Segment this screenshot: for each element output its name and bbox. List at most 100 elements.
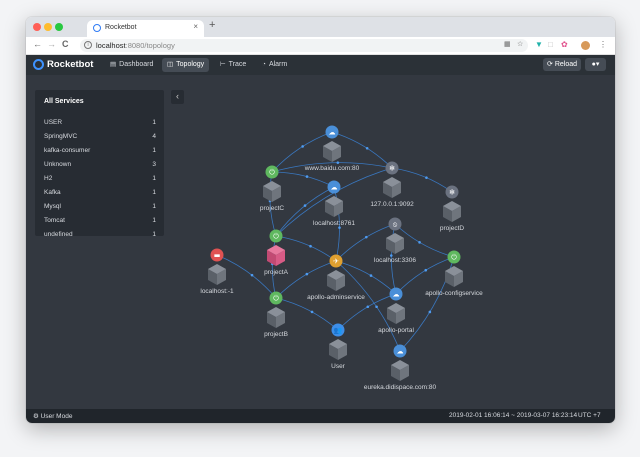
topology-node[interactable]: ⏻ projectA bbox=[264, 229, 289, 277]
service-row[interactable]: undefined 1 bbox=[44, 231, 156, 238]
node-icon-glyph: ☁ bbox=[331, 184, 338, 192]
service-count: 4 bbox=[152, 133, 156, 140]
service-row[interactable]: Unknown 3 bbox=[44, 161, 156, 168]
node-label: eureka.didispace.com:80 bbox=[364, 384, 437, 391]
trace-icon: ⊢ bbox=[220, 61, 226, 68]
nav-topology[interactable]: ◫ Topology bbox=[162, 58, 210, 72]
zoom-window-button[interactable] bbox=[55, 23, 63, 31]
node-icon-glyph: 👥 bbox=[334, 327, 343, 335]
topology-edge[interactable] bbox=[271, 171, 335, 188]
service-row[interactable]: Tomcat 1 bbox=[44, 217, 156, 224]
service-name: SpringMVC bbox=[44, 133, 78, 140]
service-row[interactable]: Kafka 1 bbox=[44, 189, 156, 196]
service-count: 1 bbox=[152, 119, 156, 126]
topology-canvas[interactable]: ☁ www.baidu.com:80 ⏻ projectC ✻ 127.0.0.1:909… bbox=[26, 75, 615, 409]
nav-alarm[interactable]: ◔ Alarm bbox=[257, 58, 292, 72]
url-host: localhost bbox=[96, 41, 126, 50]
node-label: apollo-adminservice bbox=[307, 294, 365, 301]
edge-dot bbox=[309, 244, 312, 248]
extension-vue-icon[interactable]: ▼ bbox=[535, 41, 543, 49]
topology-node[interactable]: ☁ apollo-portal bbox=[378, 287, 414, 335]
topology-node[interactable]: ✻ 127.0.0.1:9092 bbox=[370, 161, 414, 209]
reload-button[interactable]: ⟳ Reload bbox=[543, 58, 581, 71]
topology-icon: ◫ bbox=[167, 61, 174, 68]
service-count: 1 bbox=[152, 231, 156, 238]
translate-icon[interactable]: ▦ bbox=[504, 41, 511, 48]
time-range[interactable]: 2019-02-01 16:06:14 ~ 2019-03-07 16:23:1… bbox=[449, 412, 577, 419]
minimize-window-button[interactable] bbox=[44, 23, 52, 31]
user-menu-button[interactable]: ●▾ bbox=[585, 58, 606, 71]
browser-tab[interactable]: Rocketbot × bbox=[87, 20, 204, 37]
topology-node[interactable]: ⏻ projectB bbox=[264, 291, 288, 339]
bookmark-star-icon[interactable]: ☆ bbox=[517, 41, 523, 48]
nav-alarm-label: Alarm bbox=[268, 61, 288, 68]
back-button[interactable]: ← bbox=[33, 40, 42, 49]
topology-node[interactable]: ⏻ apollo-configservice bbox=[425, 250, 483, 298]
browser-menu-icon[interactable]: ⋮ bbox=[599, 41, 607, 49]
topology-node[interactable]: ☁ eureka.didispace.com:80 bbox=[364, 344, 437, 392]
topology-node[interactable]: ⦸ localhost:3306 bbox=[374, 217, 416, 265]
close-window-button[interactable] bbox=[33, 23, 41, 31]
nav-trace[interactable]: ⊢ Trace bbox=[215, 58, 251, 72]
node-label: localhost:3306 bbox=[374, 257, 416, 264]
node-label: localhost:-1 bbox=[200, 288, 234, 295]
service-row[interactable]: SpringMVC 4 bbox=[44, 133, 156, 140]
timezone[interactable]: UTC +7 bbox=[578, 412, 601, 419]
forward-button[interactable]: → bbox=[47, 40, 56, 49]
service-row[interactable]: H2 1 bbox=[44, 175, 156, 182]
edge-dot bbox=[303, 204, 307, 207]
node-icon-glyph: ⏻ bbox=[451, 254, 457, 262]
topology-node[interactable]: ☁ localhost:8761 bbox=[313, 180, 355, 228]
site-info-icon[interactable]: i bbox=[84, 41, 92, 49]
topology-node[interactable]: ▬ localhost:-1 bbox=[200, 248, 234, 296]
tab-close-icon[interactable]: × bbox=[193, 23, 198, 31]
service-name: Kafka bbox=[44, 189, 61, 196]
service-row[interactable]: USER 1 bbox=[44, 119, 156, 126]
nav-dashboard[interactable]: ▤ Dashboard bbox=[105, 58, 158, 72]
edge-dot bbox=[301, 145, 304, 148]
topology-node[interactable]: ✻ projectD bbox=[440, 185, 465, 233]
rocketbot-logo-icon bbox=[33, 59, 44, 70]
node-icon-glyph: ✻ bbox=[389, 165, 395, 173]
edge-dot bbox=[336, 161, 340, 164]
node-icon-glyph: ☁ bbox=[397, 348, 404, 356]
browser-toolbar: ← → C i localhost:8080/topology ▦ ☆ ▼ □ … bbox=[26, 37, 615, 55]
topology-nodes: ☁ www.baidu.com:80 ⏻ projectC ✻ 127.0.0.1:909… bbox=[200, 125, 483, 392]
node-icon-glyph: ▬ bbox=[214, 252, 221, 260]
brand-name: Rocketbot bbox=[47, 59, 94, 70]
edge-dot bbox=[428, 310, 432, 314]
user-mode-toggle[interactable]: ⚙ User Mode bbox=[33, 412, 72, 420]
node-icon-glyph: ✻ bbox=[449, 189, 455, 197]
services-title: All Services bbox=[44, 98, 84, 105]
reload-page-button[interactable]: C bbox=[62, 40, 69, 49]
edge-dot bbox=[375, 305, 378, 309]
nav-trace-label: Trace bbox=[228, 61, 247, 68]
tab-strip: Rocketbot × + bbox=[26, 17, 615, 37]
node-label: projectD bbox=[440, 225, 465, 232]
node-label: 127.0.0.1:9092 bbox=[370, 201, 414, 208]
profile-avatar[interactable] bbox=[581, 41, 590, 50]
address-bar[interactable]: i localhost:8080/topology ▦ ☆ bbox=[80, 39, 528, 52]
collapse-panel-button[interactable]: ‹ bbox=[171, 90, 184, 104]
status-bar: ⚙ User Mode 2019-02-01 16:06:14 ~ 2019-0… bbox=[26, 409, 615, 423]
topology-edge[interactable] bbox=[275, 297, 339, 331]
node-icon-glyph: ⦸ bbox=[393, 221, 398, 229]
topology-edge[interactable] bbox=[271, 235, 277, 299]
edge-dot bbox=[369, 274, 373, 277]
tab-title: Rocketbot bbox=[105, 24, 137, 31]
service-row[interactable]: kafka-consumer 1 bbox=[44, 147, 156, 154]
extension-square-icon[interactable]: □ bbox=[548, 41, 553, 49]
user-mode-label: User Mode bbox=[40, 413, 73, 420]
edge-dot bbox=[364, 235, 368, 239]
service-name: undefined bbox=[44, 231, 73, 238]
new-tab-button[interactable]: + bbox=[209, 20, 215, 31]
url-path: :8080/topology bbox=[125, 41, 175, 50]
node-icon-glyph: ⏻ bbox=[273, 295, 279, 303]
extension-gear-icon[interactable]: ✿ bbox=[561, 41, 568, 49]
topology-node[interactable]: ☁ www.baidu.com:80 bbox=[304, 125, 360, 173]
service-row[interactable]: Mysql 1 bbox=[44, 203, 156, 210]
node-label: www.baidu.com:80 bbox=[304, 165, 360, 172]
url-text: localhost:8080/topology bbox=[96, 41, 175, 50]
topology-node[interactable]: ✈ apollo-adminservice bbox=[307, 254, 365, 302]
topology-node[interactable]: 👥 User bbox=[329, 323, 347, 371]
